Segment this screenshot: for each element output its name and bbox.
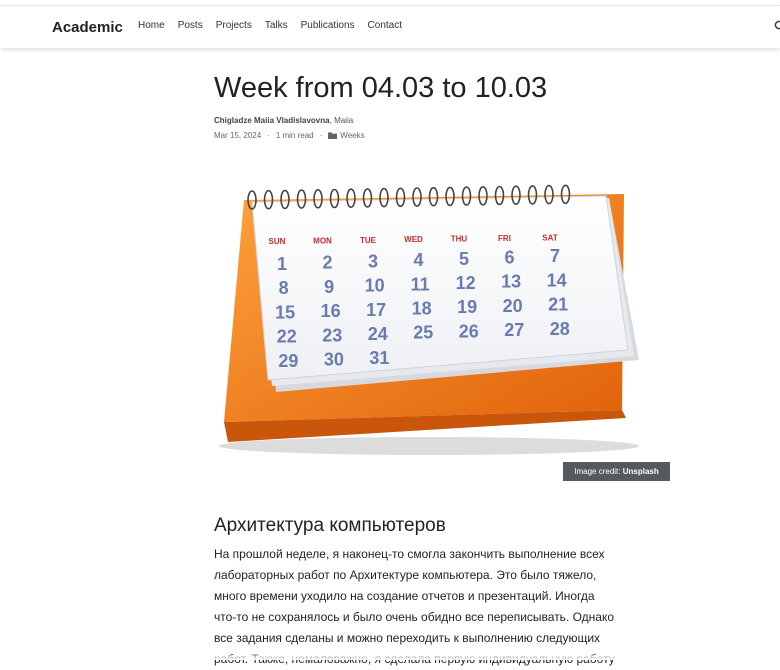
calendar-date: 26	[459, 321, 479, 341]
navbar: Academic Home Posts Projects Talks Publi…	[0, 6, 780, 48]
calendar-date: 16	[321, 301, 341, 321]
body-line: На прошлой неделе, я наконец-то смогла з…	[214, 547, 605, 561]
calendar-date: 6	[504, 248, 514, 268]
article-authors: Chigladze Maiia Vladislavovna, Maiia	[214, 116, 353, 125]
calendar-date: 18	[412, 299, 432, 319]
article-date: Mar 15, 2024	[214, 131, 262, 140]
body-line: лабораторных работ по Архитектуре компью…	[214, 568, 597, 582]
calendar-date: 14	[547, 270, 567, 290]
calendar-date: 2	[322, 253, 332, 273]
featured-image-calendar: SUN MON TUE WED THU FRI SAT 1 2 3 4 5 6 78 9 10 11 12 13 1…	[219, 184, 639, 455]
author-separator: ,	[329, 116, 332, 125]
calendar-date: 23	[322, 325, 342, 345]
body-line: все задания сделаны и можно переходить к…	[214, 631, 601, 645]
calendar-day-label: TUE	[360, 236, 377, 245]
calendar-date: 12	[456, 273, 476, 293]
nav-item-talks[interactable]: Talks	[265, 20, 288, 31]
image-credit-prefix: Image credit:	[574, 467, 621, 476]
meta-separator: ·	[319, 131, 323, 140]
reading-time: 1 min read	[275, 131, 314, 140]
calendar-day-label: SUN	[269, 237, 286, 246]
calendar-date: 31	[369, 348, 389, 368]
calendar-date: 1	[277, 254, 287, 274]
section-heading: Архитектура компьютеров	[214, 515, 446, 536]
calendar-day-label: SAT	[542, 233, 558, 242]
nav-item-posts[interactable]: Posts	[178, 20, 203, 31]
calendar-date: 10	[365, 276, 385, 296]
body-line: что-то не сохранялось и было очень обидн…	[214, 610, 615, 624]
calendar-date: 13	[501, 272, 521, 292]
calendar-date: 22	[277, 327, 297, 347]
calendar-date: 4	[413, 250, 423, 270]
calendar-day-label: THU	[451, 235, 468, 244]
calendar-date: 11	[411, 274, 430, 294]
calendar-date: 30	[324, 350, 344, 370]
page-fade	[0, 652, 780, 660]
image-credit: Image credit: Unsplash	[563, 462, 670, 481]
image-credit-source[interactable]: Unsplash	[623, 467, 659, 476]
folder-icon	[328, 132, 338, 139]
calendar-page	[251, 195, 629, 381]
calendar-date: 19	[457, 297, 477, 317]
author-secondary[interactable]: Maiia	[334, 116, 353, 125]
calendar-date: 25	[413, 323, 433, 343]
nav-item-contact[interactable]: Contact	[368, 20, 402, 31]
calendar-date: 27	[504, 320, 524, 340]
calendar-date: 29	[278, 351, 298, 371]
nav-item-projects[interactable]: Projects	[216, 20, 252, 31]
body-line: много времени уходило на создание отчето…	[214, 589, 595, 603]
calendar-date: 21	[548, 295, 568, 315]
calendar-date: 9	[324, 277, 334, 297]
author-primary[interactable]: Chigladze Maiia Vladislavovna	[214, 116, 330, 125]
site-brand[interactable]: Academic	[52, 19, 123, 36]
article-category[interactable]: Weeks	[340, 131, 364, 140]
nav-item-home[interactable]: Home	[138, 20, 165, 31]
calendar-day-label: WED	[404, 235, 423, 244]
article-title: Week from 04.03 to 10.03	[214, 72, 548, 104]
calendar-date: 8	[279, 278, 289, 298]
calendar-date: 5	[459, 249, 469, 269]
calendar-date: 17	[366, 300, 386, 320]
nav-menu: Home Posts Projects Talks Publications C…	[138, 20, 415, 31]
article-meta: Mar 15, 2024 · 1 min read · Weeks	[214, 131, 365, 140]
meta-separator: ·	[267, 131, 270, 140]
calendar-date: 7	[550, 246, 560, 266]
calendar-date: 24	[368, 324, 388, 344]
calendar-date: 15	[275, 302, 295, 322]
calendar-date: 20	[503, 296, 523, 316]
calendar-date: 3	[368, 251, 378, 271]
calendar-date: 28	[550, 319, 570, 339]
calendar-day-label: FRI	[498, 234, 511, 243]
calendar-day-label: MON	[313, 236, 332, 245]
search-icon[interactable]	[774, 20, 780, 32]
nav-item-publications[interactable]: Publications	[301, 20, 355, 31]
